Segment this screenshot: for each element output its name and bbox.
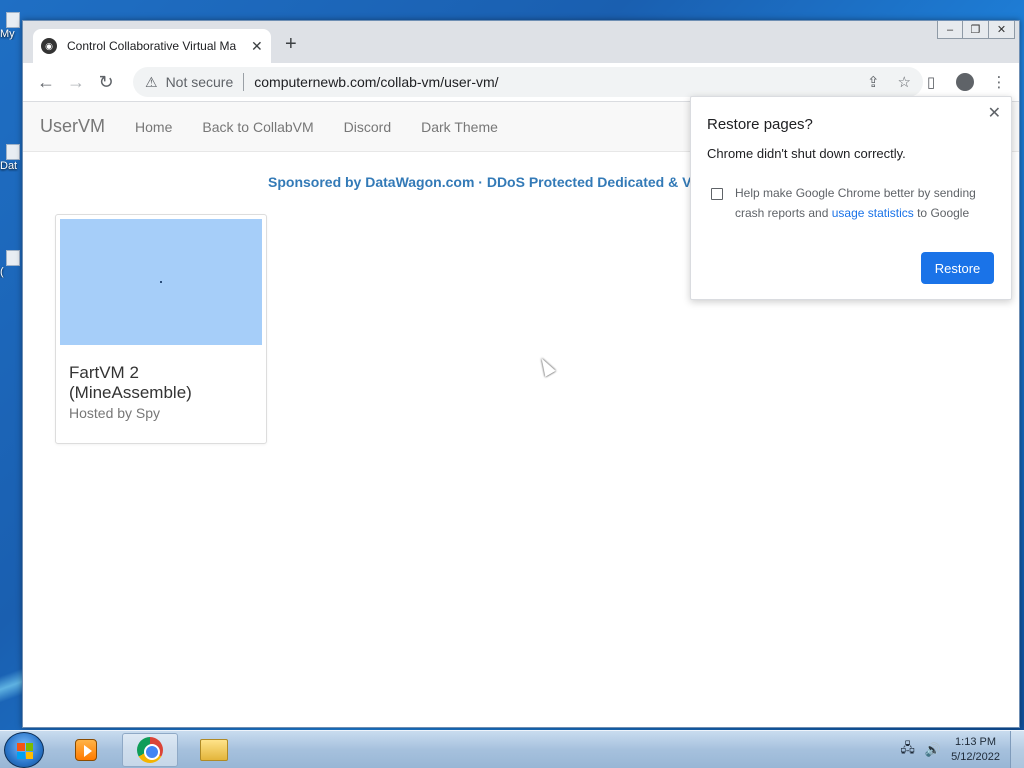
browser-tab[interactable]: ◉ Control Collaborative Virtual Ma ✕ [33, 29, 271, 63]
network-icon[interactable]: 🖧 [900, 739, 915, 761]
back-button[interactable]: ← [31, 67, 61, 97]
vm-card[interactable]: FartVM 2 (MineAssemble) Hosted by Spy [55, 214, 267, 444]
omnibox-separator [243, 73, 245, 91]
folder-icon [200, 739, 228, 761]
restore-pages-dialog: ✕ Restore pages? Chrome didn't shut down… [690, 96, 1012, 300]
shortcut-icon [6, 250, 20, 266]
media-player-icon [75, 739, 97, 761]
dialog-message: Chrome didn't shut down correctly. [707, 146, 906, 161]
wallpaper-streak [0, 650, 22, 730]
tab-title: Control Collaborative Virtual Ma [67, 39, 237, 53]
desktop-icon-label: Dat [0, 160, 18, 172]
warning-icon[interactable]: ⚠ [145, 74, 158, 91]
dialog-title: Restore pages? [707, 116, 813, 133]
computer-icon [6, 12, 20, 28]
desktop-icon-label: My [0, 28, 15, 40]
tab-close-icon[interactable]: ✕ [251, 38, 263, 55]
forward-button[interactable]: → [61, 67, 91, 97]
sponsor-link[interactable]: Sponsored by DataWagon.com · DDoS Protec… [268, 174, 691, 190]
nav-link-home[interactable]: Home [135, 119, 172, 135]
nav-link-discord[interactable]: Discord [344, 119, 391, 135]
desktop-icon-label: ( [0, 266, 4, 278]
dialog-close-icon[interactable]: ✕ [988, 103, 1001, 123]
windows-logo-icon [17, 743, 33, 759]
restore-button[interactable]: Restore [921, 252, 994, 284]
clock-date: 5/12/2022 [951, 751, 1000, 763]
window-controls: – ❐ ✕ [937, 21, 1015, 39]
vm-thumbnail[interactable] [60, 219, 262, 345]
vm-name: FartVM 2 (MineAssemble) [69, 363, 192, 402]
nav-link-dark-theme[interactable]: Dark Theme [421, 119, 498, 135]
vm-screen-dot [160, 281, 162, 283]
maximize-button[interactable]: ❐ [963, 21, 989, 39]
clock[interactable]: 1:13 PM 5/12/2022 [951, 735, 1000, 765]
security-label[interactable]: Not secure [166, 74, 234, 90]
desktop-icon-data[interactable]: Dat [0, 144, 22, 172]
taskbar: 🖧 🔊 1:13 PM 5/12/2022 [0, 730, 1024, 768]
nav-link-back-to-collabvm[interactable]: Back to CollabVM [202, 119, 313, 135]
document-icon [6, 144, 20, 160]
vm-host: Hosted by Spy [69, 405, 161, 421]
url-text[interactable]: computernewb.com/collab-vm/user-vm/ [254, 74, 498, 90]
help-text-after: to Google [913, 206, 970, 220]
menu-icon[interactable]: ⋮ [987, 68, 1011, 96]
site-brand[interactable]: UserVM [40, 116, 105, 137]
taskbar-media-player[interactable] [58, 733, 114, 767]
omnibox-actions: ⇪ ☆ [867, 73, 911, 91]
chrome-icon [137, 737, 163, 763]
start-button[interactable] [4, 732, 44, 768]
address-bar[interactable]: ⚠ Not secure computernewb.com/collab-vm/… [133, 67, 923, 97]
share-icon[interactable]: ⇪ [867, 73, 880, 91]
reload-button[interactable]: ↻ [91, 67, 121, 97]
profile-button[interactable] [953, 68, 977, 96]
bookmark-star-icon[interactable]: ☆ [898, 73, 911, 91]
title-bar[interactable]: ◉ Control Collaborative Virtual Ma ✕ + –… [23, 21, 1019, 63]
desktop-icons: My Dat ( [0, 0, 22, 730]
usage-statistics-link[interactable]: usage statistics [832, 206, 914, 220]
system-tray: 🖧 🔊 1:13 PM 5/12/2022 [900, 735, 1000, 765]
minimize-button[interactable]: – [937, 21, 963, 39]
desktop-icon-my-computer[interactable]: My [0, 12, 22, 40]
show-desktop-button[interactable] [1010, 731, 1024, 768]
toolbar-actions: ▯ ⋮ [919, 68, 1011, 96]
favicon-icon: ◉ [41, 38, 57, 54]
taskbar-file-explorer[interactable] [186, 733, 242, 767]
crash-report-label: Help make Google Chrome better by sendin… [735, 183, 995, 223]
profile-icon [956, 73, 974, 91]
volume-icon[interactable]: 🔊 [925, 742, 941, 758]
taskbar-chrome[interactable] [122, 733, 178, 767]
crash-report-checkbox[interactable] [711, 188, 723, 200]
clock-time: 1:13 PM [955, 736, 997, 748]
desktop-icon-other[interactable]: ( [0, 250, 22, 278]
new-tab-button[interactable]: + [285, 33, 297, 56]
side-panel-icon[interactable]: ▯ [919, 68, 943, 96]
close-window-button[interactable]: ✕ [989, 21, 1015, 39]
